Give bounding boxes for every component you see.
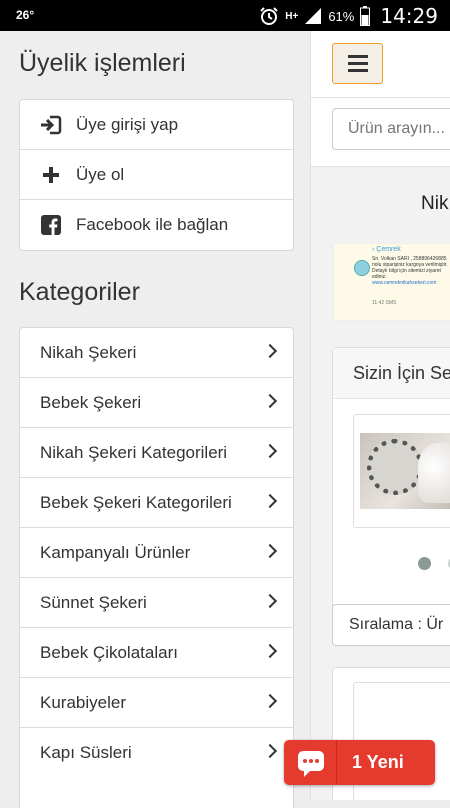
sidebar-item-label: Bebek Şekeri	[40, 392, 142, 412]
alarm-icon	[260, 7, 278, 25]
sidebar-item-label: Nikah Şekeri	[40, 342, 137, 362]
main-content: Nik › Çemrek Sn. Volkan SARI , 258896426…	[310, 31, 450, 800]
sms-time: 11:42 SMS	[372, 300, 397, 306]
sidebar-item-label: Üye girişi yap	[76, 114, 179, 134]
chat-bubble-icon	[298, 751, 324, 777]
clock: 14:29	[380, 4, 438, 28]
chevron-right-icon	[262, 443, 278, 459]
sidebar-item-category[interactable]: Kampanyalı Ürünler	[20, 528, 293, 578]
plus-icon	[40, 164, 62, 186]
sidebar-item-category[interactable]: Bebek Şekeri Kategorileri	[20, 478, 293, 528]
battery-icon	[360, 6, 371, 26]
sidebar-drawer: Üyelik işlemleri Üye girişi yap Üye ol F…	[0, 31, 310, 808]
sidebar-item-category[interactable]: Sünnet Şekeri	[20, 578, 293, 628]
chevron-right-icon	[262, 493, 278, 509]
sidebar-item-label: Facebook ile bağlan	[76, 215, 229, 234]
live-chat-button[interactable]: 1 Yeni	[284, 740, 435, 785]
sort-label: Sıralama : Ür	[349, 616, 444, 633]
sms-link: www.cemreknikahsekeri.com	[372, 280, 437, 286]
sidebar-item-category[interactable]: Bebek Çikolataları	[20, 628, 293, 678]
sidebar-item-label: Nikah Şekeri Kategorileri	[40, 442, 228, 462]
chevron-right-icon	[262, 543, 278, 559]
chevron-right-icon	[262, 393, 278, 409]
network-type: H+	[285, 10, 299, 22]
sidebar-item-category[interactable]: Kapı Süsleri	[20, 728, 293, 778]
sidebar-item-label: Üye ol	[76, 164, 125, 184]
sidebar-item-label: Bebek Çikolataları	[40, 642, 178, 662]
sidebar-item-label: Kampanyalı Ürünler	[40, 542, 191, 562]
battery-percent: 61%	[328, 8, 355, 24]
avatar	[354, 260, 370, 276]
status-bar: 26° H+ 61% 14:29	[0, 0, 450, 31]
chat-new-count: 1 Yeni	[352, 752, 404, 772]
account-panel: Üye girişi yap Üye ol Facebook ile bağla…	[19, 99, 294, 251]
chevron-right-icon	[262, 643, 278, 659]
categories-panel: Nikah Şekeri Bebek Şekeri Nikah Şekeri K…	[19, 327, 294, 808]
sign-in-icon	[40, 114, 62, 136]
sidebar-item-category[interactable]: Nikah Şekeri	[20, 328, 293, 378]
chevron-right-icon	[262, 743, 278, 759]
sidebar-item-category[interactable]: Kurabiyeler	[20, 678, 293, 728]
sort-select[interactable]: Sıralama : Ür	[332, 604, 450, 646]
sidebar-item-label: Sünnet Şekeri	[40, 592, 147, 612]
menu-toggle-button[interactable]	[332, 43, 383, 84]
sidebar-item-facebook[interactable]: Facebook ile bağlan	[20, 200, 293, 250]
chevron-right-icon	[262, 593, 278, 609]
sidebar-item-register[interactable]: Üye ol	[20, 150, 293, 200]
carousel-dot-active[interactable]	[418, 557, 431, 570]
featured-products-card: Sizin İçin Se	[332, 347, 450, 609]
chevron-right-icon	[262, 693, 278, 709]
top-bar	[311, 31, 450, 98]
search-bar	[311, 98, 450, 167]
product-thumbnail[interactable]	[353, 414, 450, 528]
sms-banner-image[interactable]: › Çemrek Sn. Volkan SARI , 258896426885 …	[333, 243, 450, 321]
sms-brand: › Çemrek	[372, 246, 401, 253]
weather-temperature: 26°	[16, 8, 35, 22]
signal-icon	[305, 8, 322, 24]
sidebar-item-label: Kapı Süsleri	[40, 743, 132, 762]
sms-text: Sn. Volkan SARI , 258896426885 nolu sipa…	[372, 256, 448, 280]
page-heading: Nik	[421, 193, 449, 214]
sidebar-item-label: Bebek Şekeri Kategorileri	[40, 492, 232, 512]
sidebar-item-label: Kurabiyeler	[40, 692, 126, 712]
account-section-title: Üyelik işlemleri	[19, 49, 186, 77]
facebook-icon	[40, 214, 62, 236]
sidebar-item-category[interactable]: Bebek Şekeri	[20, 378, 293, 428]
search-input[interactable]	[332, 108, 450, 150]
hamburger-icon	[347, 55, 368, 58]
sidebar-item-login[interactable]: Üye girişi yap	[20, 100, 293, 150]
sidebar-item-category[interactable]: Nikah Şekeri Kategorileri	[20, 428, 293, 478]
featured-title: Sizin İçin Se	[333, 348, 450, 399]
chevron-right-icon	[262, 343, 278, 359]
categories-section-title: Kategoriler	[19, 278, 140, 306]
